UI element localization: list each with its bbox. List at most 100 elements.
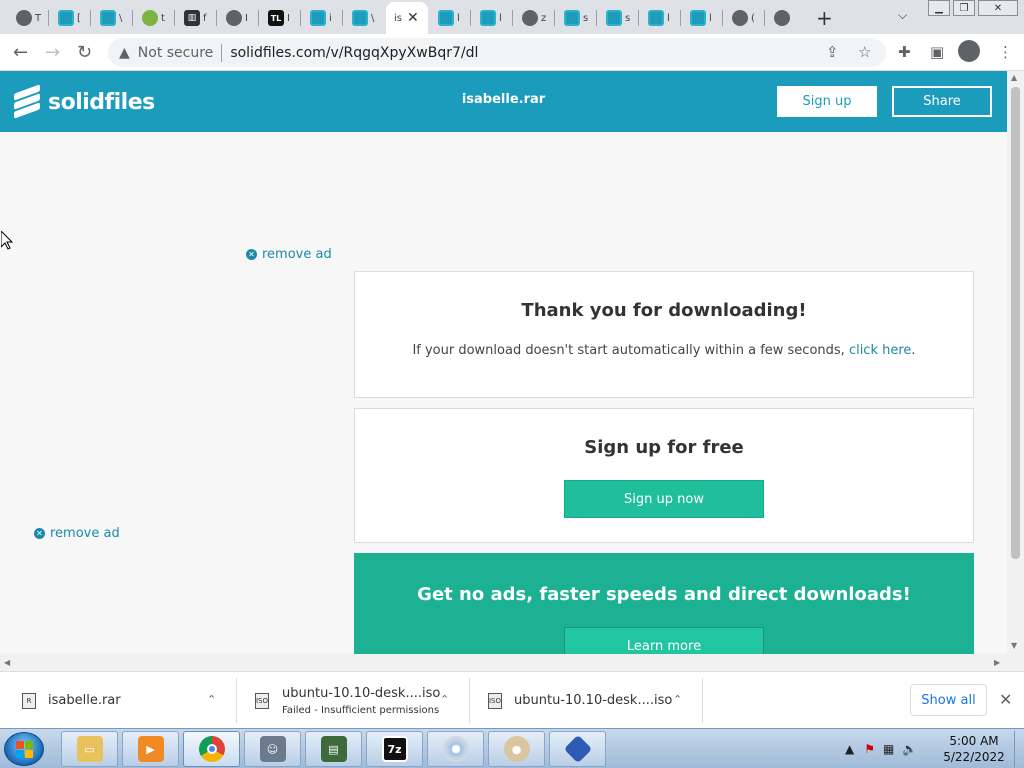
volume-icon[interactable]: 🔈	[902, 742, 917, 756]
close-circle-icon: ✕	[246, 249, 257, 260]
taskbar-file-explorer[interactable]: ▭	[61, 731, 118, 767]
show-all-button[interactable]: Show all	[910, 684, 987, 716]
tab-strip: T [ \ t ▥ f I TL I i \ is ✕ l l z s s l l (…	[0, 0, 1024, 34]
downloads-shelf: R isabelle.rar ⌃ ISO ubuntu-10.10-desk..…	[0, 671, 1024, 728]
signup-card: Sign up for free Sign up now	[354, 408, 974, 543]
menu-kebab-icon[interactable]: ⋮	[998, 43, 1013, 61]
close-circle-icon: ✕	[34, 528, 45, 539]
show-desktop-button[interactable]	[1014, 731, 1024, 767]
browser-tab[interactable]	[766, 4, 790, 32]
browser-tab[interactable]: t	[134, 4, 165, 32]
window-close-button[interactable]: ✕	[978, 0, 1018, 16]
browser-tab[interactable]: I	[218, 4, 248, 32]
address-bar[interactable]: ▲ Not secure solidfiles.com/v/RqgqXpyXwB…	[108, 38, 886, 67]
download-item[interactable]: R isabelle.rar	[22, 672, 121, 729]
scroll-up-arrow-icon[interactable]: ▲	[1011, 73, 1017, 82]
taskbar-monitor-app[interactable]: ▤	[305, 731, 362, 767]
signup-button[interactable]: Sign up	[777, 86, 877, 117]
taskbar-7zip[interactable]: 7z	[366, 731, 423, 767]
taskbar-virtualbox[interactable]	[549, 731, 606, 767]
tl-icon: TL	[268, 10, 284, 26]
iso-file-icon: ISO	[488, 692, 502, 709]
network-icon[interactable]: ▦	[883, 742, 894, 756]
browser-tab[interactable]: l	[682, 4, 712, 32]
close-icon[interactable]: ✕	[999, 690, 1012, 709]
profile-avatar-icon[interactable]	[958, 40, 980, 62]
solidfiles-icon	[58, 10, 74, 26]
browser-tab[interactable]: i	[302, 4, 332, 32]
windows-taskbar: ▭ ▶ ☺ ▤ 7z ● ▲ ⚑ ▦ 🔈 5:00 AM 5/22/2022	[0, 728, 1024, 768]
share-button[interactable]: Share	[892, 86, 992, 117]
browser-tab[interactable]: s	[598, 4, 630, 32]
url-text[interactable]: solidfiles.com/v/RqgqXpyXwBqr7/dl	[230, 45, 478, 61]
browser-tab[interactable]: \	[344, 4, 374, 32]
download-item[interactable]: ISO ubuntu-10.10-desk....iso	[488, 672, 672, 729]
file-explorer-icon: ▭	[76, 736, 103, 762]
taskbar-disc-burner[interactable]	[427, 731, 484, 767]
7zip-icon: 7z	[381, 736, 408, 762]
extensions-puzzle-icon[interactable]: ✚	[898, 43, 911, 61]
new-tab-button[interactable]: +	[816, 6, 833, 30]
browser-tab[interactable]: T	[8, 4, 41, 32]
back-arrow-icon[interactable]: ←	[13, 42, 28, 63]
download-item[interactable]: ISO ubuntu-10.10-desk....iso Failed - In…	[255, 672, 440, 729]
scroll-right-arrow-icon[interactable]: ▶	[994, 658, 1000, 667]
user-app-icon: ☺	[259, 736, 286, 762]
click-here-link[interactable]: click here	[849, 343, 911, 358]
browser-tab-active[interactable]: is ✕	[386, 2, 428, 34]
reload-icon[interactable]: ↻	[77, 42, 92, 63]
taskbar-media-player[interactable]: ▶	[122, 731, 179, 767]
browser-tab[interactable]: l	[472, 4, 502, 32]
download-filename: ubuntu-10.10-desk....iso	[514, 693, 673, 708]
chevron-up-icon[interactable]: ⌃	[673, 693, 682, 706]
chevron-up-icon[interactable]: ⌃	[207, 693, 216, 706]
scroll-down-arrow-icon[interactable]: ▼	[1011, 641, 1017, 650]
side-panel-icon[interactable]: ▣	[930, 43, 944, 61]
close-icon[interactable]: ✕	[407, 10, 419, 26]
solidfiles-icon	[690, 10, 706, 26]
download-filename: ubuntu-10.10-desk....iso	[282, 685, 441, 701]
taskbar-chrome[interactable]	[183, 731, 240, 767]
browser-tab[interactable]: TL I	[260, 4, 290, 32]
browser-tab[interactable]: [	[50, 4, 81, 32]
warning-triangle-icon[interactable]: ▲	[119, 45, 130, 61]
promo-title: Get no ads, faster speeds and direct dow…	[417, 584, 911, 605]
browser-tab[interactable]: \	[92, 4, 122, 32]
clock[interactable]: 5:00 AM 5/22/2022	[938, 733, 1010, 765]
start-button[interactable]	[4, 732, 44, 766]
remove-ad-link[interactable]: ✕ remove ad	[34, 526, 120, 541]
browser-tab[interactable]: (	[724, 4, 755, 32]
taskbar-paint[interactable]: ●	[488, 731, 545, 767]
solidfiles-icon	[438, 10, 454, 26]
browser-tab[interactable]: l	[430, 4, 460, 32]
solidfiles-icon	[648, 10, 664, 26]
security-status[interactable]: Not secure	[138, 45, 214, 61]
browser-tab[interactable]: s	[556, 4, 588, 32]
minimize-button[interactable]: ▁	[928, 0, 950, 16]
taskbar-user-app[interactable]: ☺	[244, 731, 301, 767]
action-center-icon[interactable]: ⚑	[864, 742, 875, 756]
solidfiles-icon	[352, 10, 368, 26]
horizontal-scrollbar[interactable]: ◀ ▶	[0, 654, 1024, 671]
browser-tab[interactable]: z	[514, 4, 546, 32]
browser-tab[interactable]: l	[640, 4, 670, 32]
vertical-scroll-thumb[interactable]	[1011, 87, 1020, 559]
learn-more-button[interactable]: Learn more	[564, 627, 764, 654]
signup-now-button[interactable]: Sign up now	[564, 480, 764, 518]
virtualbox-icon	[563, 734, 592, 764]
restore-button[interactable]: ❐	[953, 0, 975, 16]
browser-tab[interactable]: ▥ f	[176, 4, 207, 32]
vertical-scrollbar[interactable]: ▲ ▼	[1007, 71, 1024, 654]
tab-search-chevron-icon[interactable]: ⌵	[898, 8, 907, 23]
chevron-up-icon[interactable]: ⌃	[440, 693, 449, 706]
share-page-icon[interactable]: ⇪	[826, 43, 839, 61]
show-hidden-icons-icon[interactable]: ▲	[845, 742, 854, 756]
forward-arrow-icon[interactable]: →	[45, 42, 60, 63]
chrome-icon	[198, 736, 225, 762]
scroll-left-arrow-icon[interactable]: ◀	[4, 658, 10, 667]
browser-toolbar: ← → ↻ ▲ Not secure solidfiles.com/v/Rqgq…	[0, 34, 1024, 71]
site-header: solidfiles isabelle.rar Sign up Share	[0, 71, 1007, 132]
remove-ad-link[interactable]: ✕ remove ad	[246, 247, 332, 262]
solidfiles-icon	[606, 10, 622, 26]
bookmark-star-icon[interactable]: ☆	[858, 43, 871, 61]
